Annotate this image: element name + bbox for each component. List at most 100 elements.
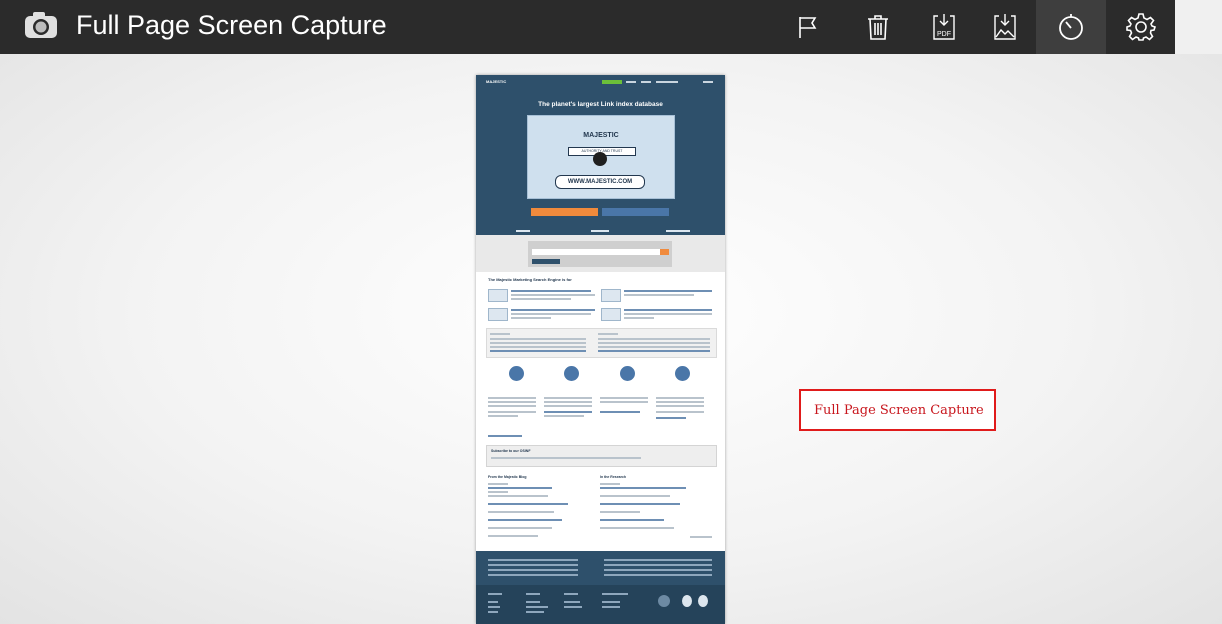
video-url: WWW.MAJESTIC.COM [555,175,645,189]
timer-button[interactable] [1036,0,1106,54]
download-pdf-button[interactable]: PDF [909,0,979,54]
captured-text-line [526,601,540,603]
play-icon [593,152,607,166]
video-brand: MAJESTIC [583,132,619,139]
captured-text-line [511,317,551,319]
toolbar: Full Page Screen Capture PDF [0,0,1222,54]
captured-stat [666,230,690,232]
captured-text-line [488,574,578,576]
captured-feature-image [488,308,508,321]
download-image-button[interactable] [970,0,1040,54]
captured-text-line [598,338,710,340]
delete-button[interactable] [843,0,913,54]
gear-icon [1126,12,1156,42]
flag-icon [796,15,820,39]
captured-text-line [511,309,595,311]
captured-feature-circle [620,366,635,381]
captured-text-line [600,511,640,513]
captured-text-line [511,294,595,296]
settings-button[interactable] [1106,0,1176,54]
captured-nav-item [656,81,678,83]
captured-text-line [624,313,712,315]
captured-text-line [604,559,712,561]
captured-nav-button [602,80,622,84]
captured-text-line [604,564,712,566]
captured-text-line [488,487,552,489]
captured-text-line [488,411,536,413]
captured-text-line [600,503,680,505]
captured-text-line [624,294,694,296]
capture-label: Full Page Screen Capture [799,389,996,431]
captured-headline: The planet's largest Link index database [538,101,663,108]
report-button[interactable] [773,0,843,54]
captured-text-line [598,333,618,335]
captured-nav-item [703,81,713,83]
captured-nav-item [641,81,651,83]
captured-text-line [600,401,648,403]
captured-text-line [490,346,586,348]
captured-text-line [602,601,620,603]
captured-text-line [656,401,704,403]
captured-text-line [488,397,536,399]
captured-text-line [564,593,578,595]
captured-section-title: The Majestic Marketing Search Engine is … [488,277,572,282]
captured-text-line [656,397,704,399]
captured-text-line [544,411,592,413]
captured-text-line [656,405,704,407]
captured-text-line [488,535,538,537]
captured-hero: MAJESTIC The planet's largest Link index… [476,75,725,235]
captured-text-line [598,346,710,348]
captured-text-line [526,611,544,613]
captured-award-badge [682,595,692,607]
captured-text-line [564,606,582,608]
window-edge [1175,0,1222,54]
captured-text-line [511,298,571,300]
captured-text-line [488,593,502,595]
captured-text-line [491,457,641,459]
captured-text-line [656,417,686,419]
captured-text-line [600,483,620,485]
captured-search-go [660,249,669,255]
captured-text-line [488,405,536,407]
captured-subscribe-title: Subscribe to our OSINF [491,449,531,453]
captured-page-thumbnail[interactable]: MAJESTIC The planet's largest Link index… [476,75,725,624]
captured-text-line [602,606,620,608]
captured-text-line [624,290,712,292]
captured-feature-circle [509,366,524,381]
app-title: Full Page Screen Capture [76,10,387,40]
captured-stat [591,230,609,232]
captured-text-line [490,350,586,352]
captured-text-line [526,593,540,595]
svg-text:PDF: PDF [937,31,951,38]
captured-text-line [604,569,712,571]
captured-text-line [600,527,674,529]
captured-text-line [488,601,498,603]
captured-text-line [656,411,704,413]
captured-text-line [488,483,508,485]
captured-text-line [544,397,592,399]
captured-feature-image [488,289,508,302]
captured-text-line [564,601,580,603]
trash-icon [866,14,890,40]
captured-text-line [624,309,712,311]
captured-text-line [488,527,552,529]
captured-text-line [490,338,586,340]
captured-text-line [488,569,578,571]
download-pdf-icon: PDF [932,13,956,41]
captured-feature-image [601,289,621,302]
captured-text-line [488,503,568,505]
timer-icon [1057,13,1085,41]
captured-text-line [600,519,664,521]
captured-text-line [488,415,518,417]
captured-text-line [488,491,508,493]
captured-text-line [624,317,654,319]
captured-text-line [600,411,640,413]
captured-search-band [476,235,725,272]
captured-text-line [544,401,592,403]
captured-text-line [488,495,548,497]
captured-search-select [532,259,560,264]
captured-award-badge [658,595,670,607]
captured-text-line [488,611,498,613]
captured-text-line [600,397,648,399]
captured-text-line [600,495,670,497]
